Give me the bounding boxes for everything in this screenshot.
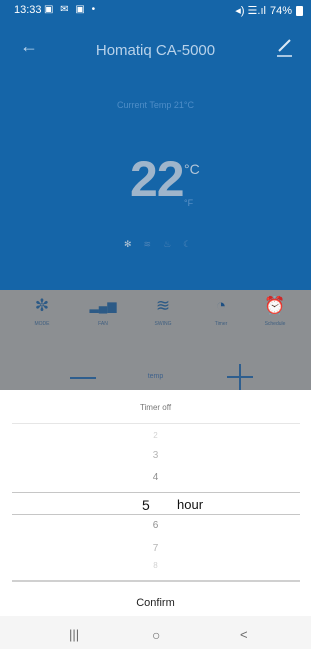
recents-icon[interactable]: ||| [69,627,79,642]
fan-button[interactable]: ▂▄▆ FAN [72,294,134,327]
status-bar: 13:33 ▣ ✉ ▣ • ◂) ☰.ıl 74% [0,0,311,22]
picker-unit: hour [177,497,204,512]
temp-control-row [0,344,311,390]
mode-button[interactable]: ✼ MODE [11,294,73,327]
swing-label: SWING [154,321,172,327]
fan-status-icon: ✻ [124,239,132,249]
picker-option[interactable]: 8 [0,561,311,570]
picker-selection-bottom [12,514,300,515]
swing-icon: ≋ [155,296,171,315]
sheet-divider [12,423,300,424]
picker-selection-top [12,492,300,493]
battery-icon [296,5,303,16]
picker-option[interactable]: 3 [0,450,311,461]
page-title: Homatiq CA-5000 [95,42,216,59]
status-icons: ✻ ≋ ♨ ☾ [124,239,191,250]
picker-option[interactable]: 2 [0,431,311,440]
unit-fahrenheit[interactable]: °F [184,198,193,208]
home-icon[interactable]: ○ [152,627,160,643]
timer-clock-icon: ◔ [215,296,227,315]
status-right: ◂) ☰.ıl 74% [235,4,303,17]
back-icon[interactable]: < [240,627,248,642]
sheet-title: Timer off [139,403,172,412]
edit-pencil-icon[interactable] [275,36,293,58]
picker-option[interactable]: 7 [0,543,311,554]
swing-status-icon: ≋ [143,239,152,249]
picker-option[interactable]: 4 [0,472,311,483]
schedule-label: Schedule [264,321,286,327]
status-time: 13:33 [14,4,42,16]
picker-selected-value[interactable]: 5 [142,497,150,513]
timer-button[interactable]: ◔ Timer [190,294,252,327]
battery-level: 74% [269,4,292,17]
confirm-button[interactable]: Confirm [0,597,311,609]
alarm-clock-icon: ⏰ [264,296,286,315]
swing-button[interactable]: ≋ SWING [132,294,194,327]
mode-label: MODE [34,321,50,327]
sleep-status-icon: ☾ [183,239,192,249]
temp-label: temp [147,373,164,380]
current-temp-label: Current Temp 21°C [117,100,194,110]
picker-bottom-divider [12,580,300,582]
fan-bars-icon: ▂▄▆ [89,299,117,313]
unit-celsius[interactable]: °C [184,161,200,177]
timer-label: Timer [214,321,228,327]
plus-button[interactable] [225,362,255,392]
set-temperature: 22 [130,151,185,207]
schedule-button[interactable]: ⏰ Schedule [244,294,306,327]
notification-icons: ▣ ✉ ▣ • [44,4,98,15]
mode-gear-icon: ✼ [34,296,50,315]
picker-option[interactable]: 6 [0,520,311,531]
signal-icon: ◂) ☰.ıl [235,5,266,17]
heat-status-icon: ♨ [163,239,172,249]
fan-label: FAN [98,321,108,327]
